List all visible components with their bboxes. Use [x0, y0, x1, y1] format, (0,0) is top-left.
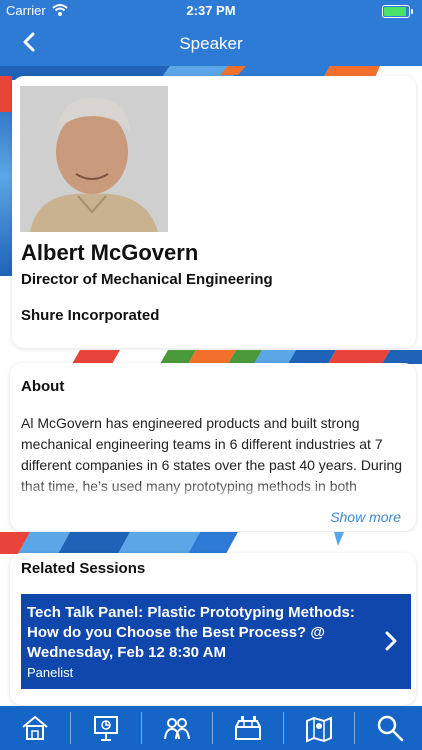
search-icon	[377, 715, 404, 742]
tab-search[interactable]	[355, 706, 422, 750]
speaker-photo	[20, 86, 168, 232]
home-icon	[22, 715, 48, 740]
clock: 2:37 PM	[186, 3, 236, 18]
lower-stripe-decoration	[0, 532, 422, 554]
show-more-link[interactable]: Show more	[330, 509, 401, 525]
status-bar: Carrier 2:37 PM	[0, 0, 422, 22]
battery-icon	[382, 5, 413, 18]
tab-map[interactable]	[284, 706, 354, 750]
session-title: Tech Talk Panel: Plastic Prototyping Met…	[27, 604, 355, 661]
about-text-fade	[12, 480, 416, 502]
tab-home[interactable]	[0, 706, 70, 750]
mid-stripe-decoration	[72, 350, 422, 364]
chevron-right-icon	[385, 631, 397, 651]
tab-exhibitors[interactable]	[213, 706, 283, 750]
speaker-company: Shure Incorporated	[21, 307, 160, 324]
map-icon	[306, 716, 332, 743]
people-icon	[164, 718, 190, 740]
nav-bar: Speaker	[0, 22, 422, 66]
speaker-job-title: Director of Mechanical Engineering	[21, 271, 273, 288]
exhibitors-icon	[235, 716, 261, 740]
tab-bar	[0, 706, 422, 750]
tab-sessions[interactable]	[71, 706, 141, 750]
related-sessions-heading: Related Sessions	[21, 560, 146, 577]
presentation-icon	[94, 716, 118, 741]
session-role: Panelist	[27, 665, 74, 680]
tab-speakers[interactable]	[142, 706, 212, 750]
page-title: Speaker	[179, 34, 243, 53]
top-bar: Carrier 2:37 PM Speaker	[0, 0, 422, 66]
speaker-name: Albert McGovern	[21, 240, 199, 265]
session-item[interactable]: Tech Talk Panel: Plastic Prototyping Met…	[21, 594, 411, 689]
left-edge-accent	[0, 76, 12, 112]
about-heading: About	[21, 378, 65, 395]
